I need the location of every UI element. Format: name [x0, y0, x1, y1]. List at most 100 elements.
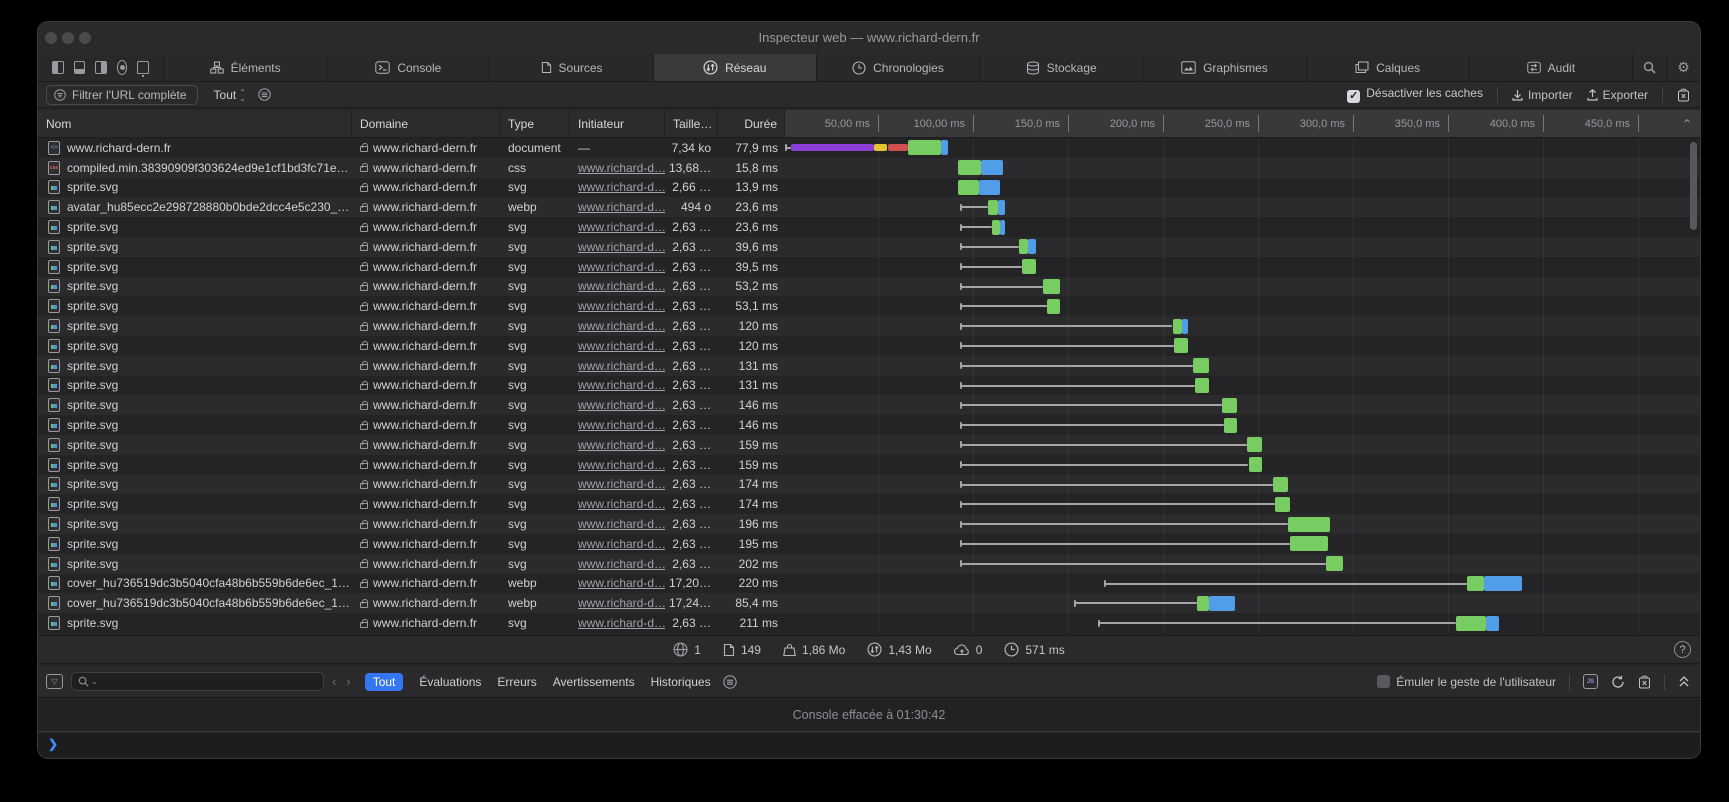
table-row[interactable]: csscompiled.min.38390909f303624ed9e1cf1b… [38, 158, 1700, 178]
table-row[interactable]: sprite.svgwww.richard-dern.frsvgwww.rich… [38, 455, 1700, 475]
initiator-link[interactable]: www.richard-d… [578, 299, 665, 313]
table-row[interactable]: <>www.richard-dern.frwww.richard-dern.fr… [38, 138, 1700, 158]
initiator-link[interactable]: www.richard-d… [578, 378, 665, 392]
tab-audit[interactable]: Audit [1469, 54, 1632, 81]
column-header-domain[interactable]: Domaine [352, 110, 500, 137]
table-row[interactable]: sprite.svgwww.richard-dern.frsvgwww.rich… [38, 415, 1700, 435]
table-row[interactable]: cover_hu736519dc3b5040cfa48b6b559b6de6ec… [38, 593, 1700, 613]
tab-console[interactable]: Console [326, 54, 489, 81]
show-javascript-icon[interactable]: JS [1583, 674, 1598, 689]
table-row[interactable]: sprite.svgwww.richard-dern.frsvgwww.rich… [38, 257, 1700, 277]
column-header-size[interactable]: Taille… [665, 110, 718, 137]
console-prompt-area[interactable]: ❯ [38, 733, 1700, 758]
initiator-link[interactable]: www.richard-d… [578, 517, 665, 531]
column-header-name[interactable]: Nom [38, 110, 352, 137]
table-row[interactable]: sprite.svgwww.richard-dern.frsvgwww.rich… [38, 475, 1700, 495]
initiator-none: — [578, 141, 590, 155]
initiator-link[interactable]: www.richard-d… [578, 319, 665, 333]
emulate-user-gesture-checkbox[interactable]: Émuler le geste de l'utilisateur [1377, 675, 1556, 689]
console-filter-options-icon[interactable] [723, 675, 737, 689]
tab-calques[interactable]: Calques [1306, 54, 1469, 81]
initiator-link[interactable]: www.richard-d… [578, 438, 665, 452]
table-row[interactable]: cover_hu736519dc3b5040cfa48b6b559b6de6ec… [38, 574, 1700, 594]
search-icon[interactable] [1632, 54, 1666, 81]
table-row[interactable]: sprite.svgwww.richard-dern.frsvgwww.rich… [38, 514, 1700, 534]
export-button[interactable]: Exporter [1587, 88, 1648, 102]
initiator-link[interactable]: www.richard-d… [578, 260, 665, 274]
table-row[interactable]: sprite.svgwww.richard-dern.frsvgwww.rich… [38, 395, 1700, 415]
dock-right-icon[interactable] [95, 61, 107, 74]
initiator-link[interactable]: www.richard-d… [578, 537, 665, 551]
clear-network-trash-icon[interactable] [1677, 88, 1690, 102]
initiator-link[interactable]: www.richard-d… [578, 458, 665, 472]
initiator-link[interactable]: www.richard-d… [578, 398, 665, 412]
help-button[interactable]: ? [1674, 641, 1691, 658]
column-header-initiator[interactable]: Initiateur [570, 110, 665, 137]
tab-chronologies[interactable]: Chronologies [816, 54, 979, 81]
import-button[interactable]: Importer [1512, 88, 1573, 102]
console-scope-tout[interactable]: Tout [365, 673, 404, 691]
console-scope-evaluations[interactable]: Évaluations [419, 675, 481, 689]
tab-stockage[interactable]: Stockage [979, 54, 1142, 81]
table-row[interactable]: sprite.svgwww.richard-dern.frsvgwww.rich… [38, 237, 1700, 257]
table-row[interactable]: sprite.svgwww.richard-dern.frsvgwww.rich… [38, 494, 1700, 514]
console-search-input[interactable]: ⌄ [71, 672, 324, 691]
initiator-link[interactable]: www.richard-d… [578, 359, 665, 373]
table-row[interactable]: sprite.svgwww.richard-dern.frsvgwww.rich… [38, 296, 1700, 316]
gear-icon[interactable]: ⚙ [1666, 54, 1700, 81]
initiator-link[interactable]: www.richard-d… [578, 497, 665, 511]
scrollbar-thumb[interactable] [1690, 142, 1697, 230]
tab-graphismes[interactable]: Graphismes [1142, 54, 1305, 81]
tab-sources[interactable]: Sources [489, 54, 652, 81]
tab-reseau[interactable]: Réseau [653, 54, 816, 81]
expand-console-chevrons-icon[interactable] [1678, 675, 1690, 688]
previous-result-button[interactable]: ‹ [332, 674, 336, 689]
table-scrollbar[interactable] [1689, 138, 1698, 633]
initiator-link[interactable]: www.richard-d… [578, 161, 665, 175]
table-row[interactable]: sprite.svgwww.richard-dern.frsvgwww.rich… [38, 277, 1700, 297]
console-scope-historiques[interactable]: Historiques [651, 675, 711, 689]
table-row[interactable]: sprite.svgwww.richard-dern.frsvgwww.rich… [38, 356, 1700, 376]
reload-icon[interactable] [1611, 675, 1625, 689]
tab-elements[interactable]: Éléments [163, 54, 326, 81]
element-picker-icon[interactable] [117, 60, 127, 75]
resource-domain: www.richard-dern.fr [373, 240, 477, 254]
console-scope-avertissements[interactable]: Avertissements [553, 675, 635, 689]
table-row[interactable]: sprite.svgwww.richard-dern.frsvgwww.rich… [38, 316, 1700, 336]
table-row[interactable]: sprite.svgwww.richard-dern.frsvgwww.rich… [38, 554, 1700, 574]
resource-domain: www.richard-dern.fr [373, 458, 477, 472]
clear-console-trash-icon[interactable] [1638, 675, 1651, 689]
initiator-link[interactable]: www.richard-d… [578, 200, 665, 214]
table-row[interactable]: sprite.svgwww.richard-dern.frsvgwww.rich… [38, 376, 1700, 396]
initiator-link[interactable]: www.richard-d… [578, 576, 665, 590]
initiator-link[interactable]: www.richard-d… [578, 477, 665, 491]
initiator-link[interactable]: www.richard-d… [578, 418, 665, 432]
resource-type-select[interactable]: Tout ⌃⌃ [214, 88, 246, 102]
table-row[interactable]: sprite.svgwww.richard-dern.frsvgwww.rich… [38, 178, 1700, 198]
initiator-link[interactable]: www.richard-d… [578, 596, 665, 610]
dock-bottom-icon[interactable] [74, 61, 86, 74]
table-row[interactable]: sprite.svgwww.richard-dern.frsvgwww.rich… [38, 534, 1700, 554]
initiator-link[interactable]: www.richard-d… [578, 240, 665, 254]
initiator-link[interactable]: www.richard-d… [578, 220, 665, 234]
initiator-link[interactable]: www.richard-d… [578, 339, 665, 353]
table-row[interactable]: avatar_hu85ecc2e298728880b0bde2dcc4e5c23… [38, 197, 1700, 217]
initiator-link[interactable]: www.richard-d… [578, 279, 665, 293]
table-row[interactable]: sprite.svgwww.richard-dern.frsvgwww.rich… [38, 613, 1700, 633]
device-settings-icon[interactable] [137, 61, 149, 74]
table-row[interactable]: sprite.svgwww.richard-dern.frsvgwww.rich… [38, 336, 1700, 356]
next-result-button[interactable]: › [346, 674, 350, 689]
console-scope-icon[interactable]: ▽ [46, 674, 63, 689]
disable-caches-checkbox[interactable]: ✓Désactiver les caches [1347, 86, 1483, 103]
url-filter-button[interactable]: Filtrer l'URL complète [46, 85, 198, 105]
console-scope-erreurs[interactable]: Erreurs [497, 675, 536, 689]
filter-options-icon[interactable] [258, 88, 271, 101]
initiator-link[interactable]: www.richard-d… [578, 180, 665, 194]
table-row[interactable]: sprite.svgwww.richard-dern.frsvgwww.rich… [38, 435, 1700, 455]
initiator-link[interactable]: www.richard-d… [578, 557, 665, 571]
initiator-link[interactable]: www.richard-d… [578, 616, 665, 630]
table-row[interactable]: sprite.svgwww.richard-dern.frsvgwww.rich… [38, 217, 1700, 237]
collapse-timeline-icon[interactable]: ⌃ [1682, 110, 1692, 138]
column-header-type[interactable]: Type [500, 110, 570, 137]
dock-left-icon[interactable] [52, 61, 64, 74]
